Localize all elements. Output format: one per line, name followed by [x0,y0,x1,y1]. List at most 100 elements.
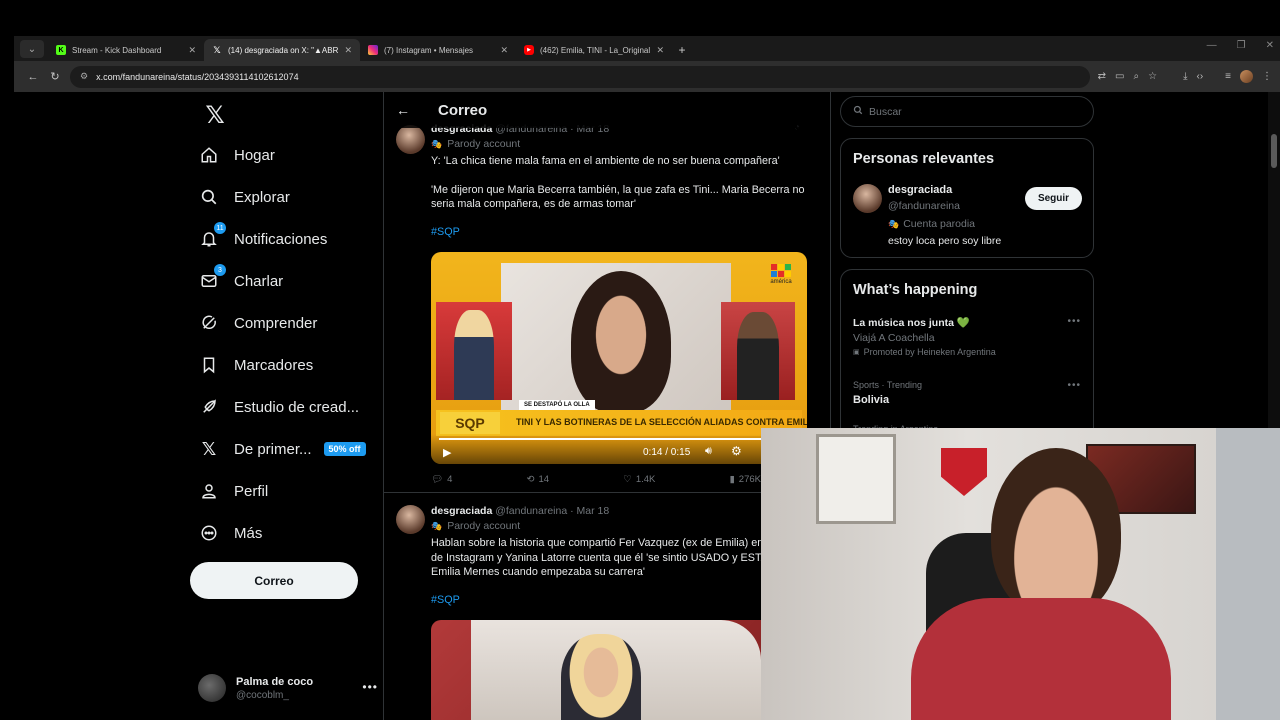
translate-icon[interactable]: ⇄ [1098,71,1106,82]
scrollbar-thumb[interactable] [1271,134,1277,168]
person-icon [198,480,220,502]
door [1216,428,1280,720]
close-window-icon[interactable]: ✕ [1266,40,1274,51]
like-button[interactable]: ♡ 1.4K [623,474,655,485]
address-bar[interactable]: ⚙ x.com/fandunareina/status/203439311410… [70,65,1090,88]
avatar[interactable] [853,184,882,213]
rocket-icon [198,396,220,418]
settings-icon[interactable]: ⚙ [731,444,742,458]
bell-icon: 11 [198,222,226,250]
cast-icon[interactable]: ▭ [1115,71,1124,82]
volume-icon[interactable]: 🔊︎ [705,445,712,458]
hashtag-link[interactable]: #SQP [431,226,818,238]
tweet-video[interactable]: américa SE DESTAPÓ LA OLLA SQP TINI Y LA… [431,252,807,464]
search-input[interactable]: Buscar [840,96,1094,127]
download-icon[interactable]: ⤓ [1183,71,1187,82]
x-logo-icon[interactable]: 𝕏 [198,98,232,132]
more-dots-icon[interactable]: ••• [1067,316,1081,327]
parody-text: Parody account [447,138,521,150]
trend-title: Bolivia [853,394,890,406]
tab-instagram[interactable]: (7) Instagram • Mensajes ✕ [360,39,516,61]
more-dots-icon[interactable]: ••• [1067,380,1081,391]
site-info-icon[interactable]: ⚙ [80,71,88,82]
close-icon[interactable]: ✕ [344,45,352,56]
tab-youtube[interactable]: ▶ (462) Emilia, TINI - La_Original. ✕ [516,39,672,61]
author-name[interactable]: desgraciada [431,505,492,517]
maximize-icon[interactable]: ❐ [1237,40,1246,51]
nav-item-premium[interactable]: 𝕏 De primer... 50% off [198,432,366,466]
streamer-head [991,448,1121,618]
reload-icon[interactable]: ↻ [44,70,66,83]
kick-icon: K [56,45,66,55]
back-arrow-icon[interactable]: ← [22,71,44,83]
trend-item[interactable]: La música nos junta 💚 Viajá A Coachella … [853,316,996,357]
nav-item-profile[interactable]: Perfil [198,474,268,508]
profile-avatar[interactable] [1240,70,1253,83]
nav-label: Comprender [234,314,318,332]
hashtag-link[interactable]: #SQP [431,594,818,606]
webcam-overlay [761,428,1280,720]
devtools-icon[interactable]: ‹› [1196,71,1203,82]
instagram-icon [368,45,378,55]
play-icon[interactable]: ▶ [443,446,451,459]
search-placeholder: Buscar [869,105,902,118]
media-icon[interactable]: ≡ [1225,71,1231,82]
menu-icon[interactable]: ⋮ [1262,71,1272,82]
repost-button[interactable]: ⟲ 14 [527,474,550,485]
post-button[interactable]: Correo [190,562,358,599]
tab-x[interactable]: 𝕏 (14) desgraciada on X: "▲ABRE ✕ [204,39,360,61]
reply-button[interactable]: 💬︎ 4 [431,474,452,485]
tweet-video[interactable] [431,620,807,720]
more-dots-icon[interactable]: ••• [362,680,378,694]
avatar[interactable] [396,125,425,154]
url-text: x.com/fandunareina/status/20343931141026… [96,71,299,82]
follow-button[interactable]: Seguir [1025,187,1082,210]
nav-label: Perfil [234,482,269,500]
card-title: Personas relevantes [853,151,995,167]
page-title: Correo [438,101,488,119]
program-logo: SQP [440,412,500,434]
minimize-icon[interactable]: — [1207,40,1217,51]
whiteboard [816,434,896,524]
nav-item-bookmarks[interactable]: Marcadores [198,348,313,382]
views-button[interactable]: ▮ 276K [730,474,761,485]
tab-title: (7) Instagram • Mensajes [384,45,474,55]
relevant-people-card: Personas relevantes desgraciada @fanduna… [840,138,1094,258]
discount-badge: 50% off [323,442,366,456]
avatar[interactable] [396,505,425,534]
lower-third-label: SE DESTAPÓ LA OLLA [519,400,595,410]
trend-item[interactable]: Sports · Trending Bolivia [853,380,922,406]
video-ticker-bar: SQP TINI Y LAS BOTINERAS DE LA SELECCIÓN… [436,410,807,436]
nav-item-more[interactable]: Más [198,516,262,550]
account-switcher[interactable]: Palma de coco @cocoblm_ ••• [198,668,378,708]
tweet-text: Y: 'La chica tiene mala fama en el ambie… [431,155,780,167]
nav-item-messages[interactable]: 3 Charlar [198,264,283,298]
nav-item-home[interactable]: Hogar [198,138,275,172]
zoom-icon[interactable]: ⌕ [1133,71,1139,82]
home-icon [198,144,220,166]
tab-kick[interactable]: K Stream - Kick Dashboard ✕ [48,39,204,61]
nav-item-explore[interactable]: Explorar [198,180,290,214]
star-icon[interactable]: ☆ [1148,71,1157,82]
back-arrow-icon[interactable]: ← [396,102,416,118]
nav-item-grok[interactable]: Comprender [198,306,317,340]
tweet-body: desgraciada @fandunareina · Mar 18 🎭 Par… [431,123,818,238]
video-face [561,634,641,720]
tab-search-button[interactable]: ⌄ [20,40,44,58]
repost-count: 14 [538,474,550,485]
mask-icon: 🎭 [888,218,900,229]
nav-label: Estudio de cread... [234,398,360,416]
person-name[interactable]: desgraciada [888,184,952,196]
channel-name: américa [770,279,792,285]
reply-count: 4 [447,474,453,485]
tab-title: (14) desgraciada on X: "▲ABRE [228,45,339,55]
close-icon[interactable]: ✕ [188,45,196,56]
nav-item-notifications[interactable]: 11 Notificaciones [198,222,327,256]
video-progress-track[interactable] [439,438,799,440]
close-icon[interactable]: ✕ [656,45,664,56]
nav-item-creator-studio[interactable]: Estudio de cread... [198,390,359,424]
close-icon[interactable]: ✕ [500,45,508,56]
new-tab-button[interactable]: + [672,39,692,61]
person-bio: estoy loca pero soy libre [888,235,1002,247]
reply-icon: 💬︎ [431,474,444,485]
